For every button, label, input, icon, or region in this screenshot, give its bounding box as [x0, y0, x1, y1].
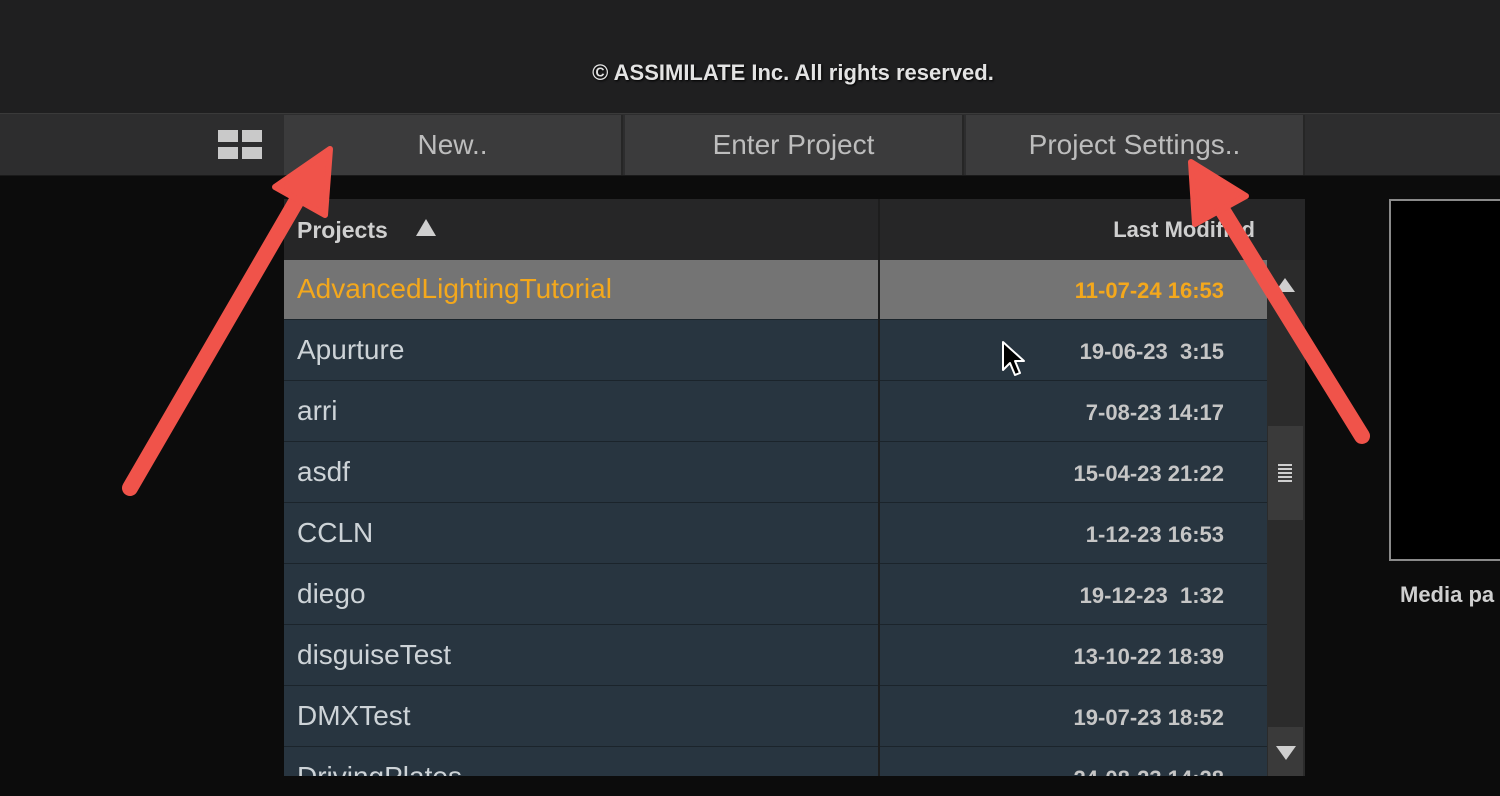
table-row[interactable]: diego 19-12-23 1:32 [284, 565, 1267, 625]
project-name: DrivingPlates [297, 761, 462, 776]
sort-ascending-icon[interactable] [416, 219, 436, 236]
project-date: 11-07-24 16:53 [1074, 278, 1224, 303]
project-date: 19-06-23 3:15 [1079, 339, 1224, 364]
project-name: CCLN [297, 517, 374, 548]
project-name: arri [297, 395, 338, 426]
column-divider [878, 199, 880, 776]
projects-column-header[interactable]: Projects [297, 217, 388, 244]
top-banner [0, 0, 1500, 113]
table-row[interactable]: disguiseTest 13-10-22 18:39 [284, 626, 1267, 686]
project-date: 15-04-23 21:22 [1073, 461, 1224, 486]
table-row[interactable]: CCLN 1-12-23 16:53 [284, 504, 1267, 564]
project-manager-screen: © ASSIMILATE Inc. All rights reserved. N… [0, 0, 1500, 796]
project-name: DMXTest [297, 700, 411, 731]
table-row[interactable]: DrivingPlates 24-08-23 14:28 [284, 748, 1267, 776]
project-date: 1-12-23 16:53 [1085, 522, 1224, 547]
table-header: Projects Last Modified [284, 199, 1305, 260]
project-date: 7-08-23 14:17 [1085, 400, 1224, 425]
project-date: 24-08-23 14:28 [1074, 766, 1224, 776]
project-settings-button[interactable]: Project Settings.. [966, 115, 1305, 175]
enter-project-button[interactable]: Enter Project [625, 115, 964, 175]
scroll-up-arrow-icon[interactable] [1275, 278, 1295, 292]
media-preview-panel [1389, 199, 1500, 561]
project-name: Apurture [297, 334, 405, 365]
projects-table: Projects Last Modified AdvancedLightingT… [284, 199, 1305, 776]
copyright-text: © ASSIMILATE Inc. All rights reserved. [592, 60, 994, 85]
project-name: disguiseTest [297, 639, 452, 670]
scroll-down-button[interactable] [1268, 727, 1303, 776]
scroll-down-arrow-icon [1276, 746, 1296, 760]
project-date: 13-10-22 18:39 [1073, 644, 1224, 669]
media-panel-label: Media pa [1400, 582, 1495, 607]
table-row[interactable]: arri 7-08-23 14:17 [284, 382, 1267, 442]
vertical-scrollbar[interactable] [1267, 260, 1305, 776]
project-name: diego [297, 578, 366, 609]
table-row[interactable]: Apurture 19-06-23 3:15 [284, 321, 1267, 381]
scroll-thumb[interactable] [1268, 426, 1303, 520]
project-name: AdvancedLightingTutorial [297, 273, 612, 304]
project-name: asdf [297, 456, 350, 487]
new-project-button[interactable]: New.. [284, 115, 623, 175]
project-date: 19-12-23 1:32 [1079, 583, 1224, 608]
project-date: 19-07-23 18:52 [1073, 705, 1224, 730]
grid-layout-icon[interactable] [218, 130, 262, 160]
table-row[interactable]: AdvancedLightingTutorial 11-07-24 16:53 [284, 260, 1267, 320]
last-modified-column-header[interactable]: Last Modified [1113, 217, 1255, 243]
table-row[interactable]: asdf 15-04-23 21:22 [284, 443, 1267, 503]
grip-lines-icon [1278, 464, 1292, 482]
mouse-cursor-icon [1002, 341, 1025, 376]
table-row[interactable]: DMXTest 19-07-23 18:52 [284, 687, 1267, 747]
